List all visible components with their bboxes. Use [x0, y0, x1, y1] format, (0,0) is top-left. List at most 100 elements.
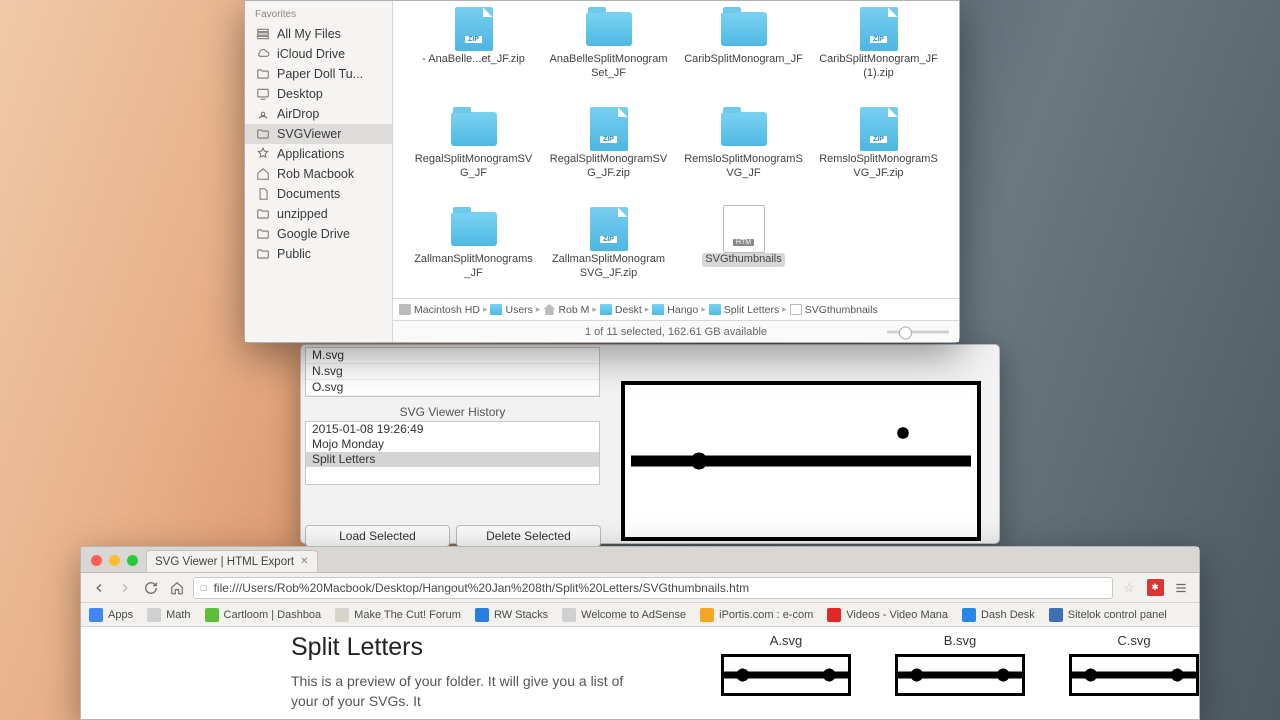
thumbnail-label: B.svg: [944, 633, 977, 648]
sidebar-item-documents[interactable]: Documents: [245, 184, 392, 204]
svg-thumbnail[interactable]: B.svg: [895, 633, 1025, 719]
file-item[interactable]: ZIPRemsloSplitMonogramSVG_JF.zip: [814, 109, 943, 199]
sidebar-item-applications[interactable]: Applications: [245, 144, 392, 164]
path-label: Hango: [667, 304, 698, 316]
path-label: Macintosh HD: [414, 304, 480, 316]
sidebar-item-rob-macbook[interactable]: Rob Macbook: [245, 164, 392, 184]
forward-button[interactable]: [115, 578, 135, 598]
finder-icon-grid[interactable]: ZIP- AnaBelle...et_JF.zipAnaBelleSplitMo…: [393, 1, 959, 298]
close-icon[interactable]: [91, 555, 102, 566]
sidebar-header: Favorites: [245, 7, 392, 24]
bookmark-item[interactable]: Dash Desk: [962, 608, 1035, 622]
bookmarks-bar[interactable]: Apps Math Cartloom | Dashboa Make The Cut! …: [81, 603, 1199, 627]
sidebar-item-desktop[interactable]: Desktop: [245, 84, 392, 104]
url-text: file:///Users/Rob%20Macbook/Desktop/Hang…: [214, 581, 750, 595]
bookmark-item[interactable]: Make The Cut! Forum: [335, 608, 461, 622]
close-tab-icon[interactable]: ✕: [300, 556, 308, 567]
zip-icon: ZIP: [590, 107, 628, 151]
sidebar-item-google-drive[interactable]: Google Drive: [245, 224, 392, 244]
bookmark-item[interactable]: iPortis.com : e-com: [700, 608, 813, 622]
list-item[interactable]: 2015-01-08 19:26:49: [306, 422, 599, 437]
back-button[interactable]: [89, 578, 109, 598]
bookmark-item[interactable]: Apps: [89, 608, 133, 622]
address-bar[interactable]: ▢ file:///Users/Rob%20Macbook/Desktop/Ha…: [193, 577, 1113, 599]
folder-icon: [255, 247, 271, 261]
file-item[interactable]: ZIPRegalSplitMonogramSVG_JF.zip: [544, 109, 673, 199]
sidebar-item-icloud-drive[interactable]: iCloud Drive: [245, 44, 392, 64]
path-bar[interactable]: Macintosh HD▸Users▸Rob M▸Deskt▸Hango▸Spl…: [393, 298, 959, 320]
sidebar-item-unzipped[interactable]: unzipped: [245, 204, 392, 224]
file-label: ZallmanSplitMonograms_JF: [414, 253, 534, 281]
home-button[interactable]: [167, 578, 187, 598]
chevron-right-icon: ▸: [701, 304, 706, 315]
bookmark-item[interactable]: RW Stacks: [475, 608, 548, 622]
zip-icon: ZIP: [860, 7, 898, 51]
path-segment[interactable]: SVGthumbnails: [790, 304, 878, 316]
sidebar-item-airdrop[interactable]: AirDrop: [245, 104, 392, 124]
list-item[interactable]: Mojo Monday: [306, 437, 599, 452]
sidebar-item-all-my-files[interactable]: All My Files: [245, 24, 392, 44]
bookmark-item[interactable]: Sitelok control panel: [1049, 608, 1167, 622]
folder-icon: [255, 227, 271, 241]
extension-icon[interactable]: ✱: [1145, 578, 1165, 598]
list-item[interactable]: M.svg: [306, 348, 599, 364]
sidebar-item-public[interactable]: Public: [245, 244, 392, 264]
path-label: Rob M: [558, 304, 589, 316]
maximize-icon[interactable]: [127, 555, 138, 566]
thumbnail-label: A.svg: [770, 633, 803, 648]
file-item[interactable]: CaribSplitMonogram_JF: [679, 9, 808, 99]
menu-button[interactable]: [1171, 578, 1191, 598]
delete-selected-button[interactable]: Delete Selected: [456, 525, 601, 547]
svg-thumbnail[interactable]: C.svg: [1069, 633, 1199, 719]
file-label: CaribSplitMonogram_JF: [684, 53, 803, 67]
page-title: Split Letters: [291, 633, 651, 662]
sidebar-item-svgviewer[interactable]: SVGViewer: [245, 124, 392, 144]
file-item[interactable]: ZallmanSplitMonograms_JF: [409, 209, 538, 298]
browser-tab[interactable]: SVG Viewer | HTML Export ✕: [146, 550, 318, 572]
list-item[interactable]: O.svg: [306, 380, 599, 396]
file-item[interactable]: RegalSplitMonogramSVG_JF: [409, 109, 538, 199]
zip-icon: ZIP: [590, 207, 628, 251]
svg-thumbnail[interactable]: A.svg: [721, 633, 851, 719]
path-icon: [490, 304, 502, 315]
file-label: RemsloSplitMonogramSVG_JF: [684, 153, 804, 181]
bookmark-item[interactable]: Videos - Video Mana: [827, 608, 948, 622]
sidebar-item-paper-doll-tu-[interactable]: Paper Doll Tu...: [245, 64, 392, 84]
path-segment[interactable]: Macintosh HD: [399, 304, 480, 316]
list-item[interactable]: Split Letters: [306, 452, 599, 467]
html-file-icon: HTM: [723, 205, 765, 253]
file-item[interactable]: ZIP- AnaBelle...et_JF.zip: [409, 9, 538, 99]
tab-bar: SVG Viewer | HTML Export ✕: [81, 547, 1199, 573]
file-item[interactable]: RemsloSplitMonogramSVG_JF: [679, 109, 808, 199]
list-item[interactable]: N.svg: [306, 364, 599, 380]
history-list[interactable]: 2015-01-08 19:26:49 Mojo Monday Split Le…: [305, 421, 600, 485]
sidebar-item-label: Paper Doll Tu...: [277, 67, 363, 81]
path-segment[interactable]: Deskt: [600, 304, 642, 316]
file-item[interactable]: HTMSVGthumbnails: [679, 209, 808, 298]
path-segment[interactable]: Rob M: [543, 304, 589, 316]
bookmark-item[interactable]: Math: [147, 608, 190, 622]
path-segment[interactable]: Hango: [652, 304, 698, 316]
bookmark-star-icon[interactable]: ☆: [1119, 578, 1139, 598]
file-item[interactable]: ZIPCaribSplitMonogram_JF (1).zip: [814, 9, 943, 99]
page-content: Split Letters This is a preview of your …: [81, 627, 1199, 719]
home-icon: [255, 167, 271, 181]
file-list[interactable]: M.svg N.svg O.svg: [305, 347, 600, 397]
load-selected-button[interactable]: Load Selected: [305, 525, 450, 547]
zip-icon: ZIP: [860, 107, 898, 151]
file-label: ZallmanSplitMonogramSVG_JF.zip: [549, 253, 669, 281]
bookmark-item[interactable]: Cartloom | Dashboa: [205, 608, 322, 622]
icon-size-slider[interactable]: [887, 330, 949, 333]
file-item[interactable]: AnaBelleSplitMonogramSet_JF: [544, 9, 673, 99]
window-controls[interactable]: [89, 555, 146, 572]
bookmark-item[interactable]: Welcome to AdSense: [562, 608, 686, 622]
path-label: Deskt: [615, 304, 642, 316]
minimize-icon[interactable]: [109, 555, 120, 566]
file-item[interactable]: ZIPZallmanSplitMonogramSVG_JF.zip: [544, 209, 673, 298]
file-label: - AnaBelle...et_JF.zip: [422, 53, 525, 67]
sidebar-item-label: SVGViewer: [277, 127, 341, 141]
path-segment[interactable]: Users: [490, 304, 532, 316]
path-icon: [543, 304, 555, 315]
reload-button[interactable]: [141, 578, 161, 598]
path-segment[interactable]: Split Letters: [709, 304, 779, 316]
